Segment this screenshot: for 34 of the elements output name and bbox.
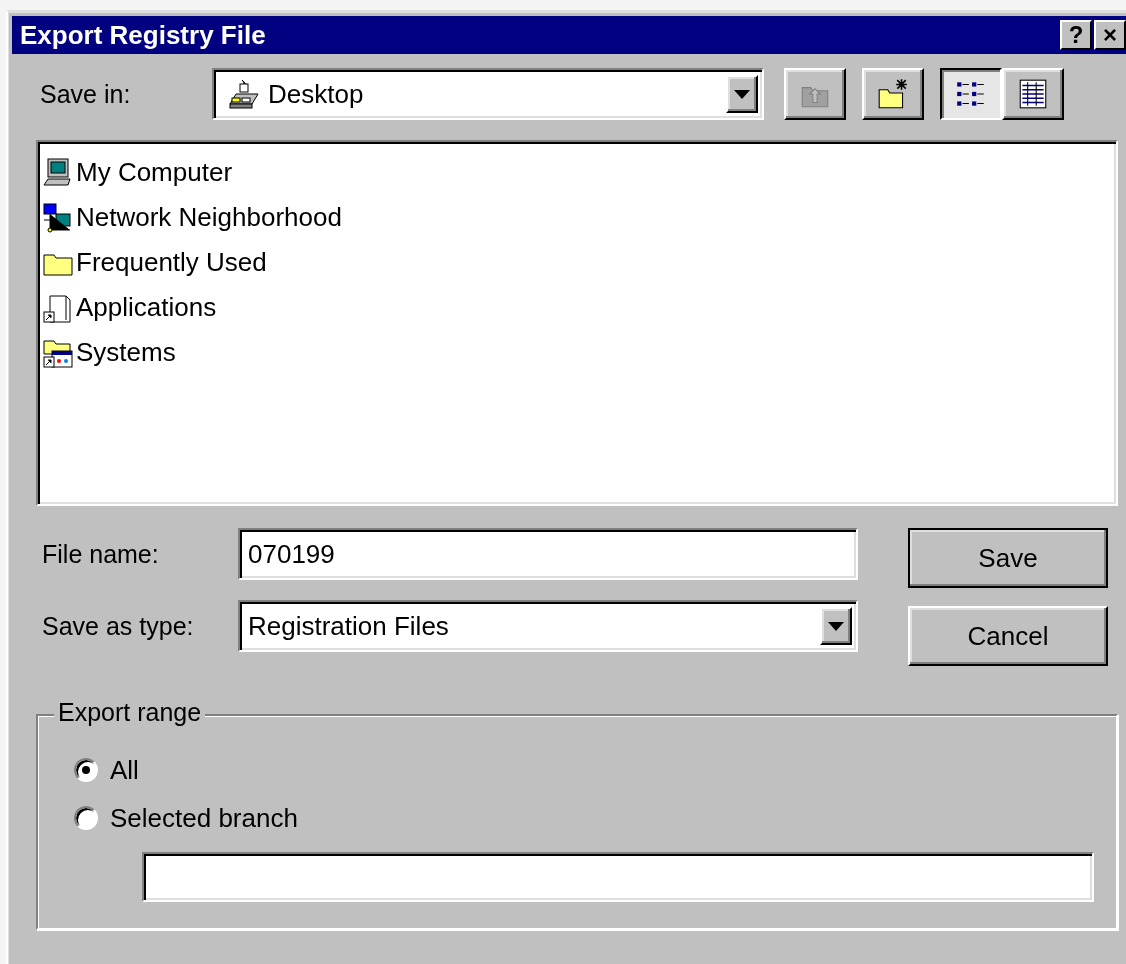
save-in-value: Desktop <box>268 78 365 110</box>
file-name-text: Network Neighborhood <box>76 202 342 233</box>
file-list-item[interactable]: Network Neighborhood <box>42 195 342 240</box>
file-list-item[interactable]: Frequently Used <box>42 240 267 285</box>
save-as-type-value: Registration Files <box>248 610 450 642</box>
branch-field[interactable] <box>142 852 1094 902</box>
file-name-text: Systems <box>76 337 176 368</box>
radio-label: All <box>110 754 139 786</box>
file-name-text: My Computer <box>76 157 233 188</box>
save-button[interactable]: Save <box>908 528 1108 588</box>
save-as-type-label: Save as type: <box>42 611 195 641</box>
save-in-dropdown[interactable]: Desktop <box>212 68 764 120</box>
radio-button[interactable] <box>74 758 98 782</box>
radio-label: Selected branch <box>110 802 298 834</box>
details-view-button[interactable] <box>1002 68 1064 120</box>
file-name-field[interactable]: 070199 <box>238 528 858 580</box>
new-folder-button[interactable] <box>862 68 924 120</box>
file-name-text: Applications <box>76 292 217 323</box>
help-button[interactable]: ? <box>1060 20 1092 50</box>
new-folder-icon <box>876 77 910 111</box>
file-name-label: File name: <box>42 539 160 569</box>
computer-icon <box>42 156 74 189</box>
cancel-button[interactable]: Cancel <box>908 606 1108 666</box>
radio-button[interactable] <box>74 806 98 830</box>
save-in-label: Save in: <box>40 79 132 109</box>
file-name-text: Frequently Used <box>76 247 267 278</box>
window-title: Export Registry File <box>20 19 266 51</box>
file-list-item[interactable]: Systems <box>42 330 176 375</box>
file-list-item[interactable]: Applications <box>42 285 217 330</box>
close-button[interactable]: × <box>1094 20 1126 50</box>
list-view-button[interactable] <box>940 68 1002 120</box>
file-list-item[interactable]: My Computer <box>42 150 233 195</box>
save-as-type-dropdown[interactable]: Registration Files <box>238 600 858 652</box>
desktop-icon <box>228 78 260 110</box>
